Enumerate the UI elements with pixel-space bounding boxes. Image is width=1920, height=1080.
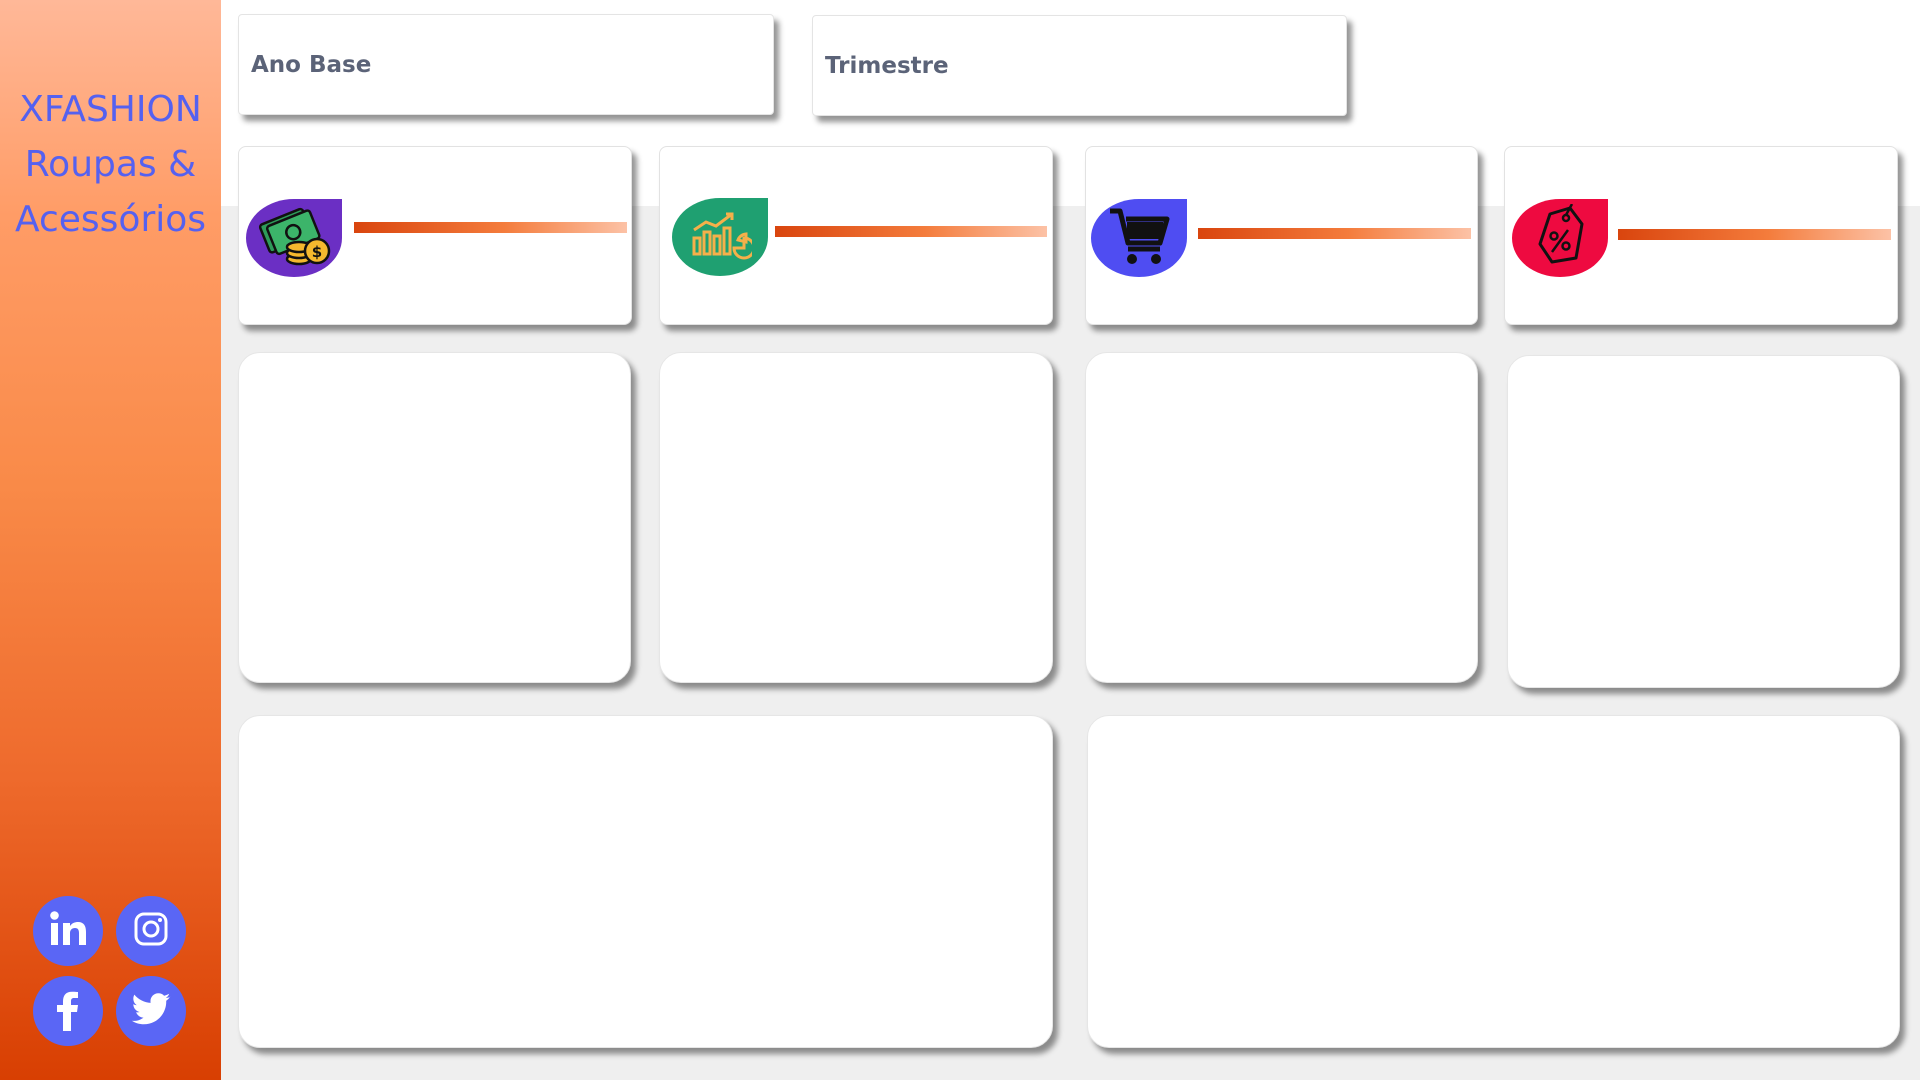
- twitter-icon: [130, 988, 172, 1035]
- kpi-icon-badge: $: [246, 199, 342, 277]
- kpi-icon-badge: [1091, 199, 1187, 277]
- discount-tag-icon: [1532, 202, 1588, 273]
- kpi-icon-badge: [672, 198, 768, 276]
- year-filter-label: Ano Base: [251, 51, 372, 78]
- visual-panel-3: [1085, 352, 1478, 683]
- linkedin-icon: [45, 906, 91, 957]
- kpi-accent-bar: [1618, 229, 1891, 240]
- kpi-card-discount: [1504, 146, 1898, 325]
- brand-line-3: Acessórios: [14, 199, 207, 240]
- kpi-card-growth: [659, 146, 1053, 325]
- linkedin-button[interactable]: [33, 896, 103, 966]
- facebook-icon: [48, 987, 88, 1036]
- twitter-button[interactable]: [116, 976, 186, 1046]
- instagram-button[interactable]: [116, 896, 186, 966]
- kpi-accent-bar: [775, 226, 1047, 237]
- svg-text:$: $: [312, 243, 322, 261]
- instagram-icon: [131, 909, 171, 954]
- brand-line-2: Roupas &: [24, 144, 197, 185]
- kpi-accent-bar: [1198, 228, 1471, 239]
- brand-title: XFASHION Roupas & Acessórios: [0, 82, 221, 247]
- money-icon: $: [255, 201, 333, 276]
- visual-panel-bottom-left: [238, 715, 1053, 1048]
- kpi-card-revenue: $: [238, 146, 632, 325]
- sidebar: XFASHION Roupas & Acessórios: [0, 0, 221, 1080]
- facebook-button[interactable]: [33, 976, 103, 1046]
- kpi-card-sales: [1085, 146, 1478, 325]
- visual-panel-1: [238, 352, 631, 683]
- chart-growth-icon: [688, 210, 756, 265]
- kpi-icon-badge: [1512, 199, 1608, 277]
- visual-panel-4: [1507, 355, 1900, 688]
- cart-icon: [1106, 205, 1172, 272]
- year-filter[interactable]: Ano Base: [238, 14, 774, 115]
- quarter-filter-label: Trimestre: [825, 52, 949, 79]
- brand-line-1: XFASHION: [19, 89, 202, 130]
- visual-panel-2: [659, 352, 1053, 683]
- quarter-filter[interactable]: Trimestre: [812, 15, 1347, 116]
- visual-panel-bottom-right: [1087, 715, 1900, 1048]
- kpi-accent-bar: [354, 222, 627, 233]
